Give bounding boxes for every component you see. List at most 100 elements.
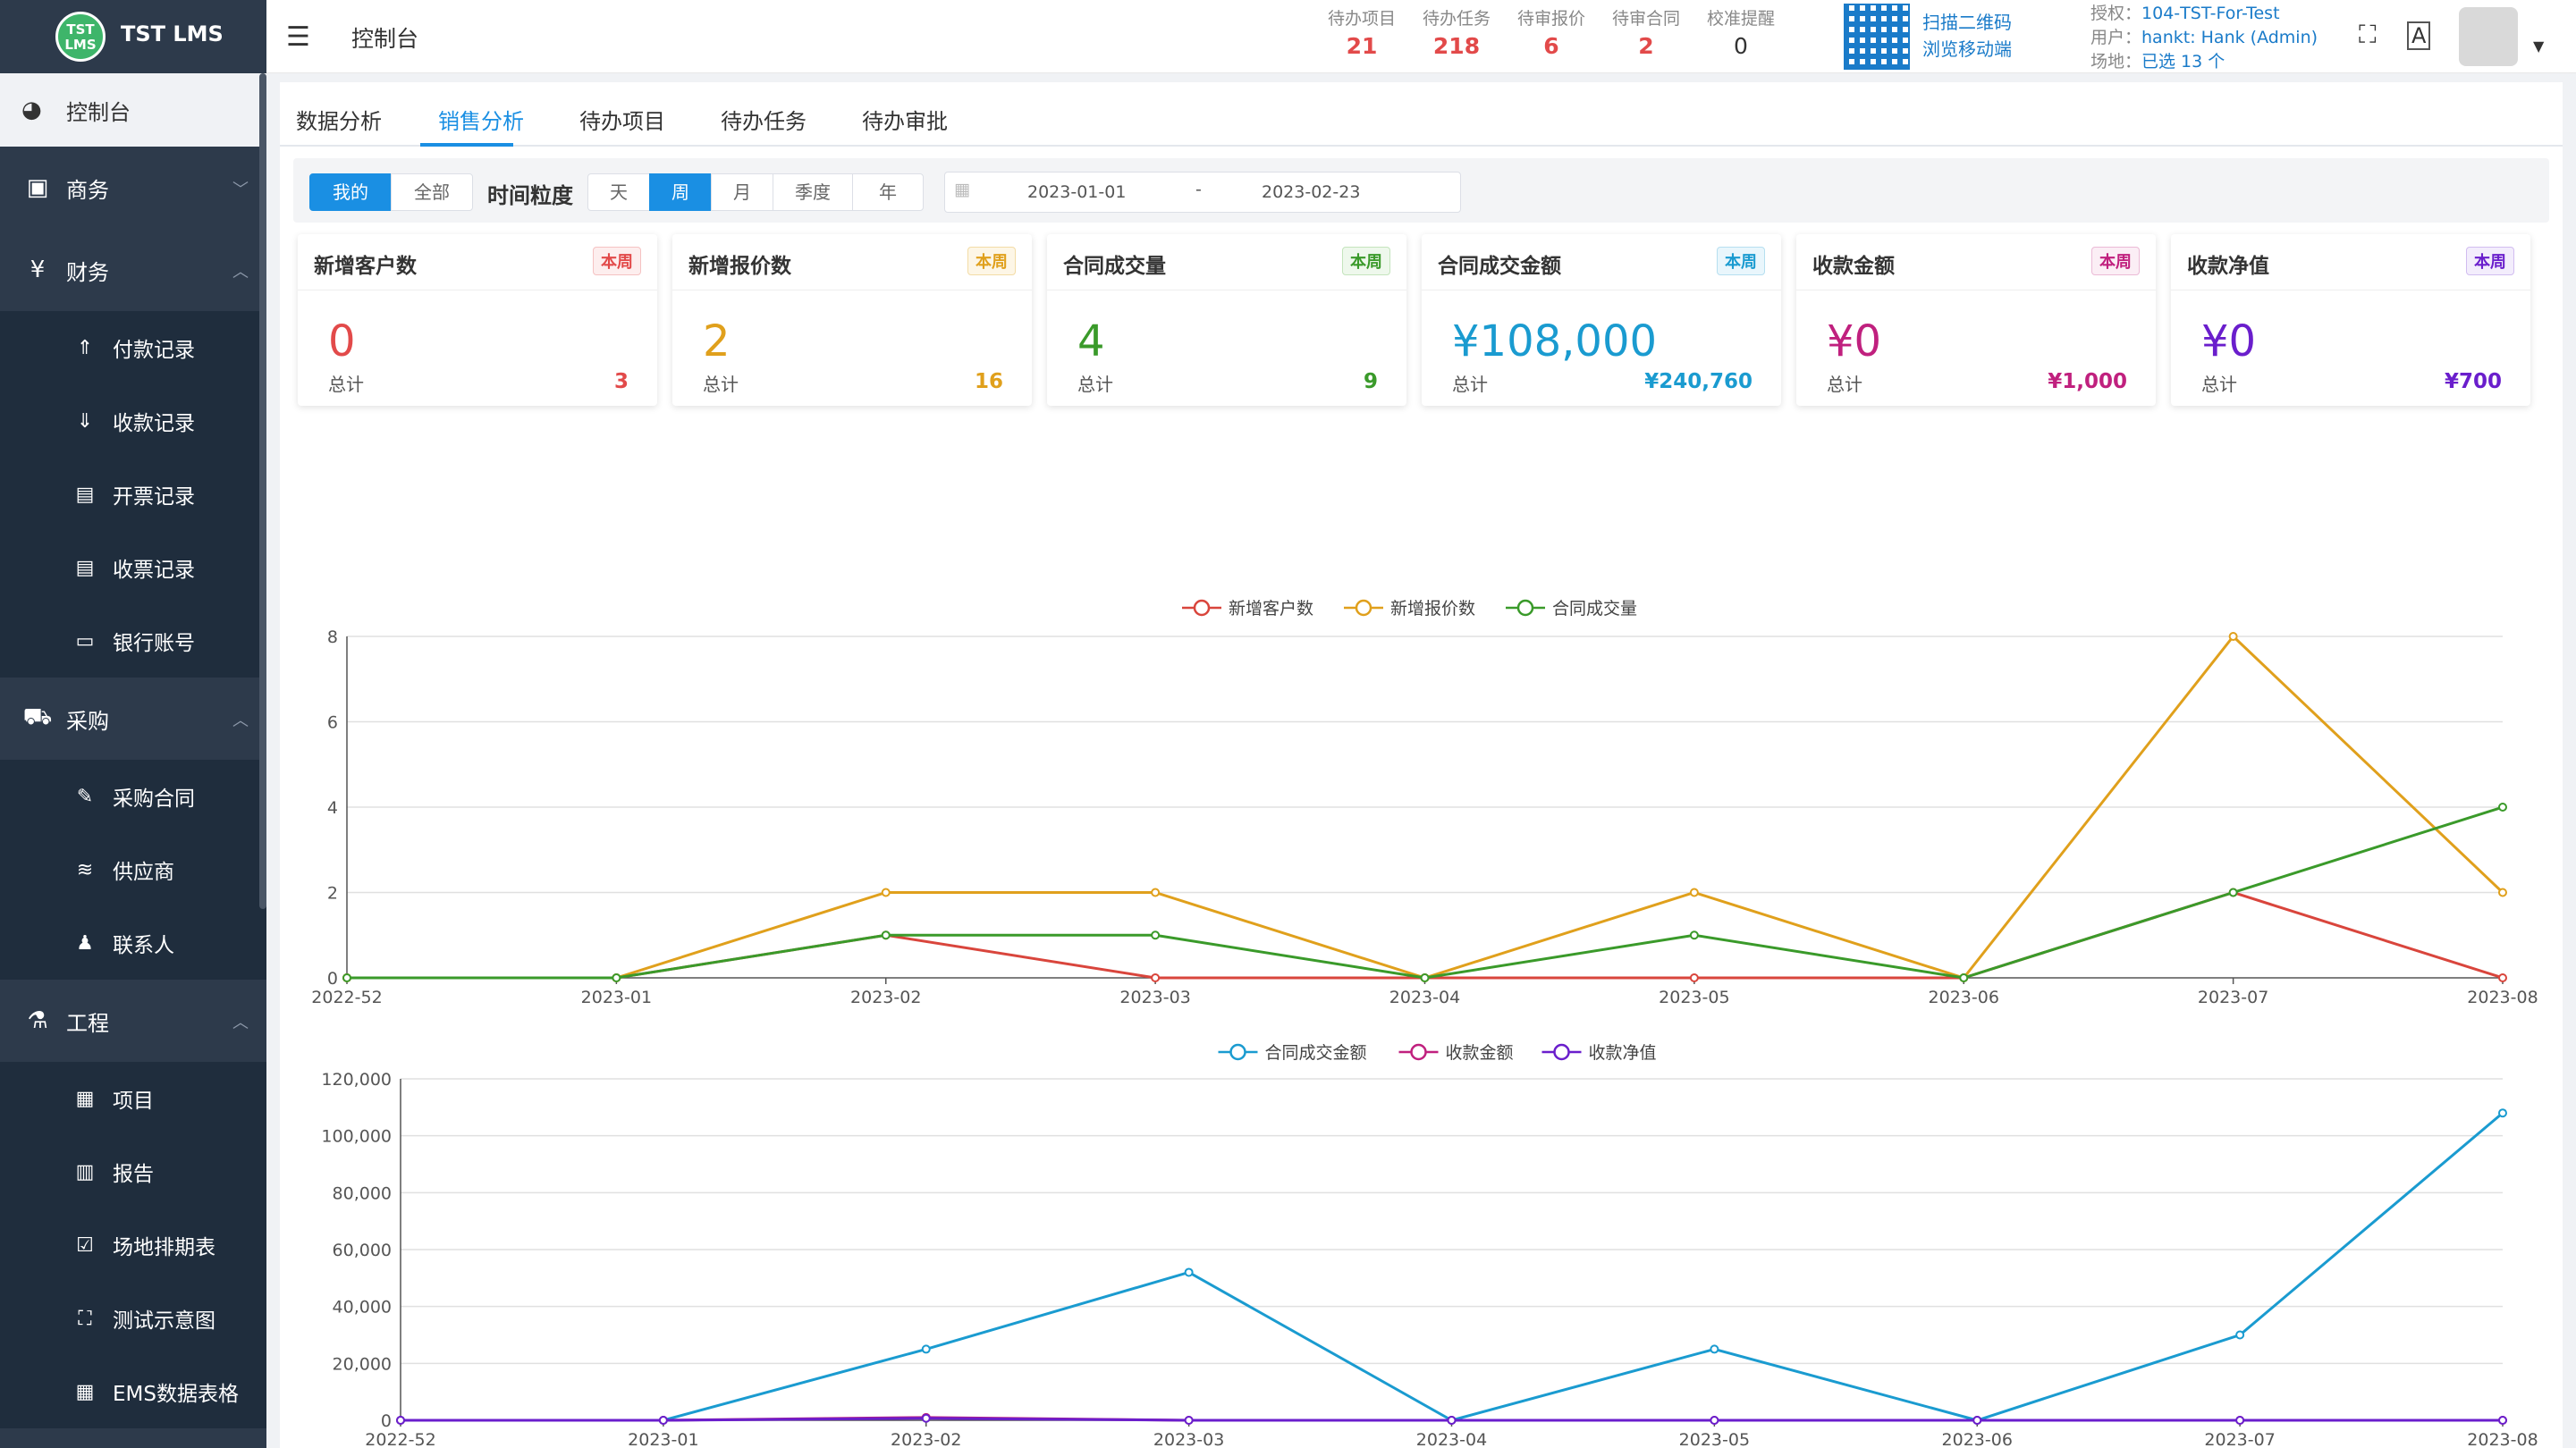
sidebar-item-purchase-contracts[interactable]: ✎ 采购合同 xyxy=(0,760,266,833)
card-total-label: 总计 xyxy=(1827,374,1862,395)
sidebar-scrollbar[interactable] xyxy=(259,73,266,909)
granularity-year-button[interactable]: 年 xyxy=(852,173,924,211)
counter-pending-contracts[interactable]: 待审合同 2 xyxy=(1599,5,1693,59)
card-total-label: 总计 xyxy=(703,374,739,395)
granularity-quarter-button[interactable]: 季度 xyxy=(773,173,853,211)
series-line xyxy=(401,1112,2504,1422)
counter-pending-tasks[interactable]: 待办任务 218 xyxy=(1409,5,1504,59)
sidebar-item-payments[interactable]: ⇑ 付款记录 xyxy=(0,311,266,384)
x-tick-label: 2023-05 xyxy=(1679,1430,1750,1448)
contact-icon: ♟ xyxy=(76,931,94,955)
legend-label: 收款金额 xyxy=(1446,1043,1514,1063)
sidebar-group-purchase[interactable]: ⛟ 采购 ︿ xyxy=(0,678,266,760)
sidebar-item-contacts[interactable]: ♟ 联系人 xyxy=(0,906,266,980)
data-point xyxy=(881,888,891,897)
sidebar-item-receipts[interactable]: ⇓ 收款记录 xyxy=(0,384,266,458)
count-trend-chart[interactable]: 024682022-52 2023-01 2023-02 2023-03 2023-04… xyxy=(280,493,2563,1021)
granularity-week-button[interactable]: 周 xyxy=(649,173,712,211)
sidebar: TST LMS TST LMS ◕ 控制台 ▣ 商务 ﹀ ¥ 财务 ︿ ⇑ 付款记… xyxy=(0,0,266,1448)
menu-toggle-icon[interactable]: ☰ xyxy=(286,21,310,53)
sidebar-group-label: 采购 xyxy=(66,708,109,734)
sidebar-group-label: 商务 xyxy=(66,177,109,203)
granularity-month-button[interactable]: 月 xyxy=(711,173,773,211)
scope-all-button[interactable]: 全部 xyxy=(391,173,473,211)
amount-trend-chart[interactable]: 0 20,000 40,000 60,000 80,000 100,000 120,000 2… xyxy=(280,949,2563,1448)
sidebar-item-ems-table[interactable]: ▦ EMS数据表格 xyxy=(0,1355,266,1428)
period-tag: 本周 xyxy=(593,247,641,275)
sidebar-item-projects[interactable]: ▦ 项目 xyxy=(0,1062,266,1135)
counter-pending-quotes[interactable]: 待审报价 6 xyxy=(1504,5,1599,59)
counter-calibration[interactable]: 校准提醒 0 xyxy=(1693,5,1788,59)
date-to[interactable]: 2023-02-23 xyxy=(1262,182,1360,202)
kpi-card-contract-count[interactable]: 合同成交量 本周 4 总计 9 xyxy=(1047,234,1406,406)
sidebar-item-label: 控制台 xyxy=(66,99,131,125)
sidebar-item-label: 银行账号 xyxy=(113,632,195,655)
tab-sales-analysis[interactable]: 销售分析 xyxy=(438,104,524,135)
data-point xyxy=(2498,1416,2507,1425)
data-point xyxy=(881,930,891,940)
sidebar-item-reports[interactable]: ▥ 报告 xyxy=(0,1135,266,1208)
date-range-picker[interactable]: ▦ 2023-01-01 - 2023-02-23 xyxy=(944,172,1461,213)
user-value[interactable]: hankt: Hank (Admin) xyxy=(2141,28,2318,47)
data-point xyxy=(1151,888,1161,897)
date-from[interactable]: 2023-01-01 xyxy=(1027,182,1126,202)
site-value[interactable]: 已选 13 个 xyxy=(2141,52,2225,72)
qr-text[interactable]: 扫描二维码 浏览移动端 xyxy=(1922,9,2012,63)
flask-icon: ⚗ xyxy=(27,1007,48,1034)
tab-data-analysis[interactable]: 数据分析 xyxy=(296,104,382,135)
card-title: 新增报价数 xyxy=(688,255,791,278)
data-point xyxy=(658,1416,668,1425)
tab-pending-projects[interactable]: 待办项目 xyxy=(579,104,665,135)
kpi-card-net-received[interactable]: 收款净值 本周 ¥0 总计 ¥700 xyxy=(2171,234,2530,406)
x-tick-label: 2022-52 xyxy=(365,1430,435,1448)
sidebar-group-finance[interactable]: ¥ 财务 ︿ xyxy=(0,229,266,311)
calendar-icon: ▦ xyxy=(954,180,970,199)
x-tick-label: 2023-06 xyxy=(1942,1430,2013,1448)
avatar[interactable] xyxy=(2459,7,2518,66)
invoice-icon: ▤ xyxy=(75,556,95,579)
sidebar-item-test-diagram[interactable]: ⛶ 测试示意图 xyxy=(0,1282,266,1355)
sidebar-item-suppliers[interactable]: ≋ 供应商 xyxy=(0,833,266,906)
sidebar-item-label: 测试示意图 xyxy=(113,1309,215,1333)
data-point xyxy=(2235,1330,2245,1340)
legend-marker xyxy=(1553,1043,1570,1061)
sidebar-group-label: 工程 xyxy=(66,1010,109,1036)
tab-pending-approvals[interactable]: 待办审批 xyxy=(862,104,948,135)
logo-badge: TST LMS xyxy=(55,12,106,62)
granularity-label: 时间粒度 xyxy=(487,183,573,208)
kpi-card-new-customers[interactable]: 新增客户数 本周 0 总计 3 xyxy=(298,234,657,406)
legend-label: 收款净值 xyxy=(1589,1043,1657,1063)
period-tag: 本周 xyxy=(1342,247,1390,275)
kpi-card-new-quotes[interactable]: 新增报价数 本周 2 总计 16 xyxy=(672,234,1032,406)
card-title: 新增客户数 xyxy=(314,255,417,278)
data-point xyxy=(1710,1344,1719,1354)
data-point xyxy=(2498,1108,2507,1118)
kpi-card-received-amount[interactable]: 收款金额 本周 ¥0 总计 ¥1,000 xyxy=(1796,234,2156,406)
counter-label: 校准提醒 xyxy=(1706,9,1775,29)
y-tick-label: 2 xyxy=(327,884,338,904)
license-value[interactable]: 104-TST-For-Test xyxy=(2141,4,2280,23)
translate-icon[interactable]: A xyxy=(2407,21,2431,50)
x-tick-label: 2023-07 xyxy=(2204,1430,2275,1448)
kpi-card-contract-amount[interactable]: 合同成交金额 本周 ¥108,000 总计 ¥240,760 xyxy=(1422,234,1781,406)
sidebar-group-engineering[interactable]: ⚗ 工程 ︿ xyxy=(0,980,266,1062)
counter-value: 218 xyxy=(1432,33,1481,59)
tab-pending-tasks[interactable]: 待办任务 xyxy=(721,104,807,135)
sidebar-item-site-schedule[interactable]: ☑ 场地排期表 xyxy=(0,1208,266,1282)
sidebar-group-business[interactable]: ▣ 商务 ﹀ xyxy=(0,147,266,229)
sidebar-item-label: 联系人 xyxy=(113,934,174,957)
logo[interactable]: TST LMS TST LMS xyxy=(0,0,266,73)
scope-mine-button[interactable]: 我的 xyxy=(309,173,392,211)
counter-pending-projects[interactable]: 待办项目 21 xyxy=(1314,5,1409,59)
fullscreen-icon[interactable]: ⛶ xyxy=(2359,20,2377,50)
granularity-day-button[interactable]: 天 xyxy=(587,173,650,211)
sidebar-item-bank-accounts[interactable]: ▭ 银行账号 xyxy=(0,604,266,678)
breadcrumb: 控制台 xyxy=(351,26,419,52)
caret-down-icon[interactable]: ▼ xyxy=(2533,38,2544,55)
y-tick-label: 20,000 xyxy=(333,1354,392,1374)
sidebar-item-invoices-out[interactable]: ▤ 开票记录 xyxy=(0,458,266,531)
sidebar-item-dashboard[interactable]: ◕ 控制台 xyxy=(0,73,266,147)
sidebar-item-invoices-in[interactable]: ▤ 收票记录 xyxy=(0,531,266,604)
tab-active-indicator xyxy=(420,143,513,147)
qr-code-icon[interactable] xyxy=(1844,4,1910,70)
